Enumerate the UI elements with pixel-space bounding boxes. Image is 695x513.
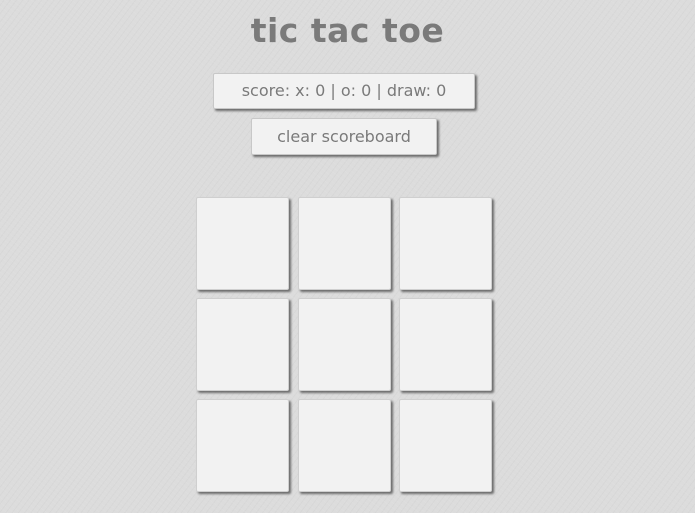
board-cell-6[interactable] bbox=[399, 298, 492, 391]
board-cell-4[interactable] bbox=[196, 298, 289, 391]
game-board bbox=[196, 197, 496, 497]
board-cell-8[interactable] bbox=[298, 399, 391, 492]
board-cell-3[interactable] bbox=[399, 197, 492, 290]
board-cell-7[interactable] bbox=[196, 399, 289, 492]
page-title: tic tac toe bbox=[250, 11, 445, 50]
board-cell-1[interactable] bbox=[196, 197, 289, 290]
board-cell-5[interactable] bbox=[298, 298, 391, 391]
board-cell-2[interactable] bbox=[298, 197, 391, 290]
scoreboard-button[interactable]: score: x: 0 | o: 0 | draw: 0 bbox=[213, 73, 475, 109]
board-cell-9[interactable] bbox=[399, 399, 492, 492]
clear-scoreboard-button[interactable]: clear scoreboard bbox=[251, 118, 437, 155]
